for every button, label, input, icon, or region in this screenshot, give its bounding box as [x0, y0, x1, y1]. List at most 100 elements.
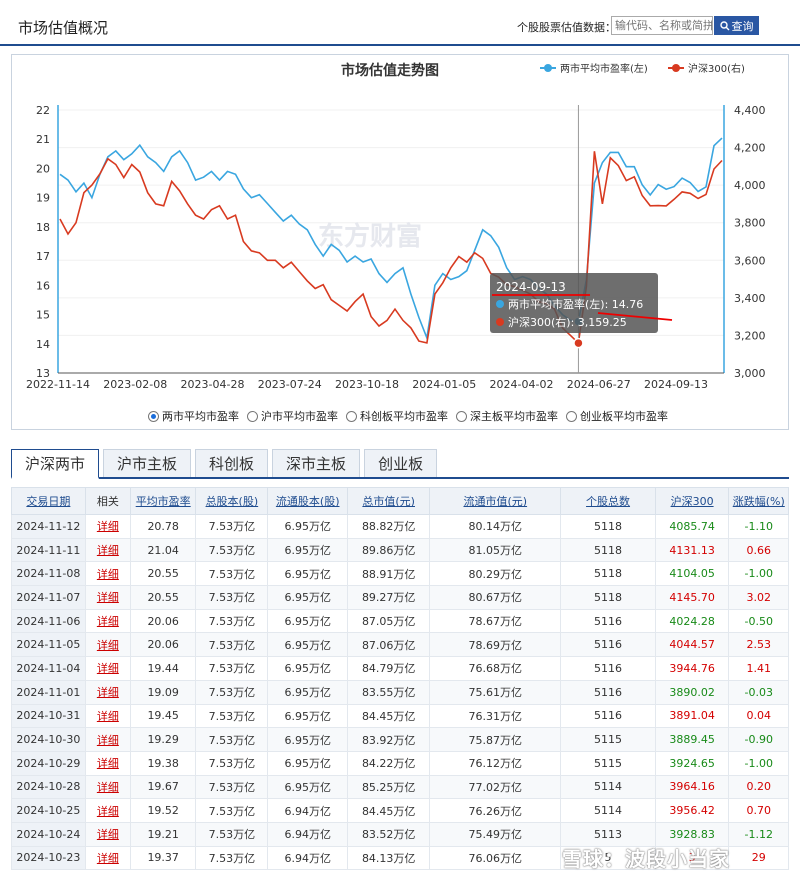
column-header[interactable]: 沪深300 [654, 487, 730, 515]
table-cell: 76.68万亿 [429, 656, 562, 681]
detail-link[interactable]: 详细 [84, 656, 131, 681]
table-cell: 7.53万亿 [195, 798, 269, 823]
table-cell: 77.02万亿 [429, 774, 562, 800]
detail-link[interactable]: 详细 [84, 679, 131, 705]
table-cell: 7.53万亿 [195, 632, 269, 658]
series-radio-2[interactable]: 科创板平均市盈率 [346, 408, 448, 424]
column-header[interactable]: 流通股本(股) [267, 487, 349, 515]
table-cell: 5118 [560, 585, 656, 610]
detail-link[interactable]: 详细 [84, 703, 131, 729]
table-cell: 6.95万亿 [267, 727, 349, 752]
tooltip-csi-value: 沪深300(右): 3,159.25 [508, 315, 627, 329]
table-cell: 19.09 [129, 679, 197, 705]
column-header[interactable]: 交易日期 [11, 487, 86, 515]
series-radio-0[interactable]: 两市平均市盈率 [148, 408, 239, 424]
tab-4[interactable]: 创业板 [364, 449, 438, 477]
tab-3[interactable]: 深市主板 [272, 449, 361, 477]
detail-link[interactable]: 详细 [84, 798, 131, 823]
footer-watermark: 雪球：波段小当家 [562, 847, 730, 871]
detail-link[interactable]: 详细 [84, 537, 131, 563]
detail-link[interactable]: 详细 [84, 774, 131, 800]
radio-label: 深主板平均市盈率 [470, 410, 558, 423]
table-row: 2024-10-31 详细 19.45 7.53万亿 6.95万亿 84.45万亿 76.3… [11, 703, 789, 729]
series-radio-1[interactable]: 沪市平均市盈率 [247, 408, 338, 424]
table-cell: 75.61万亿 [429, 679, 562, 705]
radio-label: 两市平均市盈率 [162, 410, 239, 423]
y-left-tick-label: 18 [36, 221, 50, 234]
table-cell: 5116 [560, 703, 656, 729]
y-right-tick-label: 3,800 [734, 217, 766, 230]
table-cell: 78.67万亿 [429, 608, 562, 634]
detail-link[interactable]: 详细 [84, 561, 131, 587]
table-row: 2024-11-01 详细 19.09 7.53万亿 6.95万亿 83.55万亿 75.6… [11, 679, 789, 705]
legend-marker [672, 64, 680, 72]
table-cell: 6.95万亿 [267, 537, 349, 563]
table-cell: -1.10 [728, 514, 789, 539]
table-cell: 87.05万亿 [347, 608, 431, 634]
table-cell: 78.69万亿 [429, 632, 562, 658]
table-row: 2024-11-12 详细 20.78 7.53万亿 6.95万亿 88.82万亿 80.1… [11, 514, 789, 539]
table-cell: -1.00 [728, 561, 789, 587]
series-radio-4[interactable]: 创业板平均市盈率 [566, 408, 668, 424]
table-cell: 83.92万亿 [347, 727, 431, 752]
csi300-highlight-point [573, 337, 584, 349]
table-cell: 2024-11-05 [11, 632, 86, 658]
table-cell: 3964.16 [654, 774, 730, 800]
table-cell: -1.12 [728, 821, 789, 847]
column-header[interactable]: 总股本(股) [195, 487, 269, 515]
table-cell: 21.04 [129, 537, 197, 563]
table-cell: 76.31万亿 [429, 703, 562, 729]
tooltip-date: 2024-09-13 [496, 280, 566, 294]
table-cell: 0.70 [728, 798, 789, 823]
tab-2[interactable]: 科创板 [195, 449, 269, 477]
table-cell: 5115 [560, 727, 656, 752]
market-tabs: 沪深两市 沪市主板 科创板 深市主板 创业板 [11, 449, 789, 479]
table-cell: 19.38 [129, 750, 197, 776]
tab-0[interactable]: 沪深两市 [11, 449, 100, 479]
legend-label: 两市平均市盈率(左) [560, 62, 648, 75]
legend-marker [544, 64, 552, 72]
table-cell: 6.95万亿 [267, 561, 349, 587]
table-cell: 2024-11-08 [11, 561, 86, 587]
page-header: 市场估值概况 个股股票估值数据： 查询 [0, 0, 800, 46]
table-cell: 6.95万亿 [267, 750, 349, 776]
stock-search-input[interactable] [611, 16, 713, 35]
table-cell: 2024-11-11 [11, 537, 86, 563]
column-header[interactable]: 平均市盈率 [129, 487, 197, 515]
detail-link[interactable]: 详细 [84, 585, 131, 610]
table-cell: 6.95万亿 [267, 679, 349, 705]
table-cell: 2024-11-04 [11, 656, 86, 681]
column-header[interactable]: 个股总数 [560, 487, 656, 515]
column-header[interactable]: 流通市值(元) [429, 487, 562, 515]
table-cell: 7.53万亿 [195, 750, 269, 776]
tab-1[interactable]: 沪市主板 [103, 449, 192, 477]
table-cell: 20.55 [129, 561, 197, 587]
detail-link[interactable]: 详细 [84, 727, 131, 752]
detail-link[interactable]: 详细 [84, 632, 131, 658]
table-cell: 84.45万亿 [347, 703, 431, 729]
table-cell: 85.25万亿 [347, 774, 431, 800]
detail-link[interactable]: 详细 [84, 514, 131, 539]
detail-link[interactable]: 详细 [84, 608, 131, 634]
table-cell: 3890.02 [654, 679, 730, 705]
table-cell: 7.53万亿 [195, 537, 269, 563]
detail-link[interactable]: 详细 [84, 845, 131, 871]
y-right-tick-label: 4,200 [734, 142, 766, 155]
detail-link[interactable]: 详细 [84, 750, 131, 776]
column-header[interactable]: 总市值(元) [347, 487, 431, 515]
table-cell: 4024.28 [654, 608, 730, 634]
table-cell: 2024-10-31 [11, 703, 86, 729]
y-right-tick-label: 3,600 [734, 254, 766, 267]
search-button[interactable]: 查询 [714, 16, 759, 35]
x-tick-label: 2024-04-02 [490, 378, 554, 391]
table-cell: 2024-10-29 [11, 750, 86, 776]
table-cell: 83.52万亿 [347, 821, 431, 847]
chart-title: 市场估值走势图 [341, 62, 439, 79]
y-left-tick-label: 20 [36, 162, 50, 175]
search-label: 个股股票估值数据： [517, 21, 616, 34]
detail-link[interactable]: 详细 [84, 821, 131, 847]
column-header[interactable]: 涨跌幅(%) [728, 487, 789, 515]
table-cell: -0.03 [728, 679, 789, 705]
table-cell: 6.94万亿 [267, 845, 349, 871]
series-radio-3[interactable]: 深主板平均市盈率 [456, 408, 558, 424]
